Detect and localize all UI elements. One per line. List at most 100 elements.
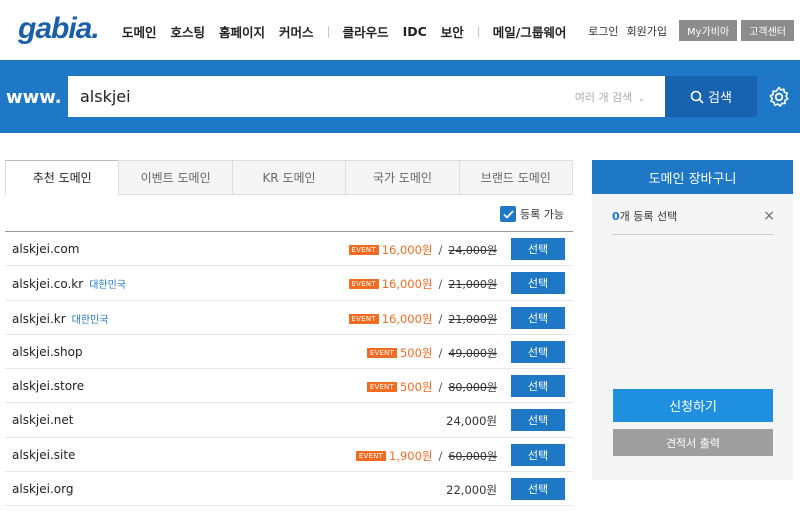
select-button[interactable]: 선택 xyxy=(511,340,565,363)
domain-name: alskjei.co.kr xyxy=(12,277,84,292)
gear-icon[interactable] xyxy=(768,86,790,112)
regular-price: 24,000원 xyxy=(446,414,497,429)
select-button[interactable]: 선택 xyxy=(511,409,565,432)
table-row: alskjei.store EVENT 500원 / 80,000원 선택 xyxy=(5,369,573,404)
price-separator: / xyxy=(438,380,443,395)
nav-homepage[interactable]: 홈페이지 xyxy=(219,22,265,41)
multi-search-dropdown[interactable]: 여러 개 검색 ⌄ xyxy=(575,89,645,105)
price-separator: / xyxy=(438,345,443,360)
sale-price: 500원 xyxy=(399,345,433,360)
price-separator: / xyxy=(438,243,443,257)
event-badge: EVENT xyxy=(348,245,379,255)
quote-print-button[interactable]: 견적서 출력 xyxy=(613,429,773,456)
nav-hosting[interactable]: 호스팅 xyxy=(171,22,206,41)
domain-name: alskjei.kr xyxy=(12,311,66,326)
cart-divider xyxy=(612,234,773,235)
login-link[interactable]: 로그인 xyxy=(588,23,618,39)
apply-button[interactable]: 신청하기 xyxy=(613,389,773,422)
price-separator: / xyxy=(438,448,443,463)
close-icon[interactable]: × xyxy=(763,208,775,224)
select-button[interactable]: 선택 xyxy=(511,443,565,466)
event-badge: EVENT xyxy=(366,347,397,358)
domain-name: alskjei.org xyxy=(12,482,74,497)
table-row: alskjei.co.kr 대한민국 EVENT 16,000원 / 21,000… xyxy=(5,266,573,301)
cart-count-number: 0 xyxy=(612,210,620,223)
original-price: 80,000원 xyxy=(448,381,497,395)
select-button[interactable]: 선택 xyxy=(511,272,565,295)
sale-price: 16,000원 xyxy=(381,311,433,326)
nav-idc[interactable]: IDC xyxy=(403,24,427,39)
checkbox-checked[interactable] xyxy=(500,206,516,222)
event-badge: EVENT xyxy=(348,313,379,324)
sale-price: 500원 xyxy=(399,380,433,395)
select-button[interactable]: 선택 xyxy=(511,478,565,501)
original-price: 24,000원 xyxy=(448,244,497,257)
cart-title: 도메인 장바구니 xyxy=(592,160,793,194)
www-prefix: www. xyxy=(6,87,62,108)
table-row: alskjei.net 24,000원 선택 xyxy=(5,403,573,438)
nav-commerce[interactable]: 커머스 xyxy=(279,22,314,41)
original-price: 49,000원 xyxy=(448,346,497,360)
search-button[interactable]: 검색 xyxy=(665,76,757,117)
available-filter[interactable]: 등록 가능 xyxy=(500,206,564,222)
chevron-down-icon: ⌄ xyxy=(638,94,645,103)
country-label: 대한민국 xyxy=(71,314,109,326)
utility-menu: 로그인 회원가입 My가비아 고객센터 xyxy=(588,20,794,41)
table-row: alskjei.kr 대한민국 EVENT 16,000원 / 21,000원 선… xyxy=(5,301,573,335)
mygabia-button[interactable]: My가비아 xyxy=(679,20,738,41)
price-separator: / xyxy=(438,311,443,326)
support-button[interactable]: 고객센터 xyxy=(741,20,794,41)
domain-name: alskjei.net xyxy=(12,413,74,428)
original-price: 21,000원 xyxy=(448,312,497,326)
select-button[interactable]: 선택 xyxy=(511,306,565,329)
gabia-logo[interactable]: gabia. xyxy=(18,12,100,46)
main-nav: 도메인 호스팅 홈페이지 커머스 클라우드 IDC 보안 메일/그룹웨어 xyxy=(122,22,580,41)
search-button-label: 검색 xyxy=(708,91,732,106)
original-price: 21,000원 xyxy=(448,278,497,292)
domain-name: alskjei.com xyxy=(12,242,80,256)
select-button[interactable]: 선택 xyxy=(511,238,565,260)
country-label: 대한민국 xyxy=(89,280,126,292)
table-row: alskjei.site EVENT 1,900원 / 60,000원 선택 xyxy=(5,438,573,473)
domain-name: alskjei.shop xyxy=(12,344,83,359)
nav-divider xyxy=(327,25,329,38)
tab-kr[interactable]: KR 도메인 xyxy=(231,160,346,194)
nav-cloud[interactable]: 클라우드 xyxy=(343,22,389,41)
table-row: alskjei.com EVENT 16,000원 / 24,000원 선택 xyxy=(5,232,573,267)
table-row: alskjei.shop EVENT 500원 / 49,000원 선택 xyxy=(5,335,573,370)
event-badge: EVENT xyxy=(355,450,386,461)
domain-name: alskjei.site xyxy=(12,447,76,462)
check-icon xyxy=(502,209,514,219)
cart-count: 0개 등록 선택 xyxy=(612,208,677,224)
regular-price: 22,000원 xyxy=(446,483,497,498)
domain-tabs: 추천 도메인 이벤트 도메인 KR 도메인 국가 도메인 브랜드 도메인 xyxy=(5,160,574,195)
sale-price: 16,000원 xyxy=(381,243,433,257)
sale-price: 1,900원 xyxy=(389,448,433,463)
tab-country[interactable]: 국가 도메인 xyxy=(345,160,459,194)
domain-search-input[interactable] xyxy=(80,76,550,117)
table-row: alskjei.org 22,000원 선택 xyxy=(5,472,573,507)
tab-recommended[interactable]: 추천 도메인 xyxy=(5,160,119,195)
price-separator: / xyxy=(438,277,443,292)
nav-security[interactable]: 보안 xyxy=(441,22,464,41)
available-filter-label: 등록 가능 xyxy=(520,208,564,221)
search-icon xyxy=(690,90,704,104)
cart-count-text: 개 등록 선택 xyxy=(619,210,678,223)
tab-brand[interactable]: 브랜드 도메인 xyxy=(458,160,574,194)
nav-domain[interactable]: 도메인 xyxy=(122,22,157,41)
search-band: www. 여러 개 검색 ⌄ 검색 xyxy=(0,60,800,133)
signup-link[interactable]: 회원가입 xyxy=(627,23,667,39)
domain-result-list: alskjei.com EVENT 16,000원 / 24,000원 선택 a… xyxy=(5,232,573,507)
original-price: 60,000원 xyxy=(448,449,497,463)
search-box: 여러 개 검색 ⌄ xyxy=(68,76,665,117)
top-header: gabia. 도메인 호스팅 홈페이지 커머스 클라우드 IDC 보안 메일/그… xyxy=(0,0,800,60)
tab-event[interactable]: 이벤트 도메인 xyxy=(118,160,232,194)
sale-price: 16,000원 xyxy=(381,277,433,292)
domain-cart: 도메인 장바구니 0개 등록 선택 × 신청하기 견적서 출력 xyxy=(592,160,793,480)
domain-name: alskjei.store xyxy=(12,379,85,394)
event-badge: EVENT xyxy=(348,279,379,290)
nav-mail-groupware[interactable]: 메일/그룹웨어 xyxy=(493,22,567,41)
event-badge: EVENT xyxy=(366,382,397,393)
select-button[interactable]: 선택 xyxy=(511,375,565,398)
multi-search-label: 여러 개 검색 xyxy=(574,91,633,104)
